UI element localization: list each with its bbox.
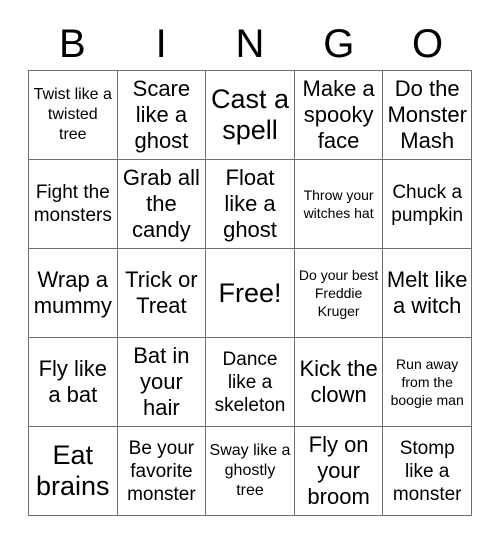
bingo-cell-free[interactable]: Free! bbox=[206, 249, 295, 338]
bingo-cell[interactable]: Throw your witches hat bbox=[294, 160, 384, 249]
bingo-cell-label: Chuck a pumpkin bbox=[391, 182, 464, 226]
bingo-cell-label: Trick or Treat bbox=[125, 267, 198, 318]
bingo-cell-label: Sway like a ghostly tree bbox=[209, 442, 291, 499]
header-letter-g: G bbox=[323, 22, 355, 66]
bingo-cell-label: Melt like a witch bbox=[386, 267, 468, 318]
bingo-cell-label: Scare like a ghost bbox=[132, 76, 191, 153]
bingo-cell-label: Grab all the candy bbox=[122, 165, 200, 242]
bingo-cell[interactable]: Run away from the boogie man bbox=[383, 338, 472, 427]
bingo-cell-label: Eat brains bbox=[36, 440, 110, 501]
bingo-cell-label: Do the Monster Mash bbox=[387, 76, 467, 153]
bingo-header-row: B I N G O bbox=[28, 18, 472, 70]
header-letter-b: B bbox=[59, 22, 86, 66]
bingo-cell-label: Be your favorite monster bbox=[127, 437, 196, 505]
bingo-cell[interactable]: Do the Monster Mash bbox=[383, 71, 472, 160]
bingo-cell-label: Throw your witches hat bbox=[303, 187, 374, 221]
bingo-cell[interactable]: Wrap a mummy bbox=[29, 249, 118, 338]
bingo-cell-label: Stomp like a monster bbox=[392, 437, 462, 505]
header-letter-n: N bbox=[235, 22, 265, 66]
bingo-cell-label: Do your best Freddie Kruger bbox=[298, 267, 379, 319]
bingo-cell-label: Wrap a mummy bbox=[33, 267, 112, 318]
bingo-cell[interactable]: Make a spooky face bbox=[294, 71, 384, 160]
bingo-grid: Twist like a twisted tree Scare like a gh… bbox=[28, 70, 472, 516]
bingo-cell[interactable]: Sway like a ghostly tree bbox=[206, 427, 295, 516]
bingo-cell-label: Twist like a twisted tree bbox=[33, 86, 112, 143]
bingo-cell[interactable]: Cast a spell bbox=[206, 71, 295, 160]
bingo-cell-label: Cast a spell bbox=[210, 84, 290, 145]
header-letter-i: I bbox=[155, 22, 167, 66]
bingo-cell[interactable]: Twist like a twisted tree bbox=[29, 71, 118, 160]
bingo-cell[interactable]: Bat in your hair bbox=[117, 338, 207, 427]
bingo-cell[interactable]: Trick or Treat bbox=[117, 249, 207, 338]
bingo-cell-label: Kick the clown bbox=[299, 356, 378, 407]
bingo-cell-label: Run away from the boogie man bbox=[390, 356, 464, 408]
bingo-cell[interactable]: Stomp like a monster bbox=[383, 427, 472, 516]
bingo-cell[interactable]: Be your favorite monster bbox=[117, 427, 207, 516]
bingo-cell[interactable]: Fly on your broom bbox=[294, 427, 384, 516]
bingo-cell-label: Bat in your hair bbox=[133, 343, 190, 420]
header-letter-o: O bbox=[412, 22, 444, 66]
bingo-cell[interactable]: Do your best Freddie Kruger bbox=[294, 249, 384, 338]
bingo-cell[interactable]: Eat brains bbox=[29, 427, 118, 516]
bingo-cell-label: Float like a ghost bbox=[223, 165, 277, 242]
bingo-cell-label: Make a spooky face bbox=[302, 76, 375, 153]
bingo-cell[interactable]: Chuck a pumpkin bbox=[383, 160, 472, 249]
bingo-cell-label: Fly on your broom bbox=[307, 432, 370, 509]
bingo-cell-label: Fight the monsters bbox=[33, 182, 112, 226]
bingo-cell[interactable]: Float like a ghost bbox=[206, 160, 295, 249]
bingo-cell[interactable]: Dance like a skeleton bbox=[206, 338, 295, 427]
bingo-cell[interactable]: Fly like a bat bbox=[29, 338, 118, 427]
bingo-cell-label: Free! bbox=[218, 277, 282, 308]
bingo-cell[interactable]: Grab all the candy bbox=[117, 160, 207, 249]
bingo-cell-label: Fly like a bat bbox=[38, 356, 108, 407]
bingo-card: B I N G O Twist like a twisted tree Scare… bbox=[0, 0, 500, 544]
bingo-cell[interactable]: Scare like a ghost bbox=[117, 71, 207, 160]
bingo-cell[interactable]: Melt like a witch bbox=[383, 249, 472, 338]
bingo-cell[interactable]: Fight the monsters bbox=[29, 160, 118, 249]
bingo-cell[interactable]: Kick the clown bbox=[294, 338, 384, 427]
bingo-cell-label: Dance like a skeleton bbox=[214, 348, 286, 416]
